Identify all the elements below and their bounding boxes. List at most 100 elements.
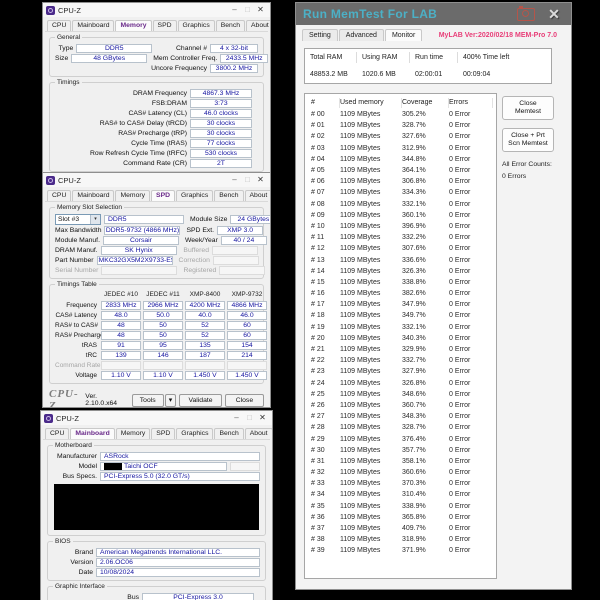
- tab-about[interactable]: About: [245, 428, 273, 439]
- tools-button[interactable]: Tools: [132, 394, 164, 407]
- tab-spd[interactable]: SPD: [151, 190, 175, 201]
- timing-value: 154: [227, 341, 267, 350]
- memtest-cell: 347.9%: [402, 301, 449, 308]
- spd-field-rows: Max BandwidthDDR5-9732 (4866 MHz)SPD Ext…: [55, 225, 258, 275]
- tab-monitor[interactable]: Monitor: [385, 29, 422, 41]
- thread-coverage-table[interactable]: #Used memoryCoverageErrors # 001109 MByt…: [304, 93, 497, 579]
- tab-cpu[interactable]: CPU: [47, 20, 71, 31]
- minimize-icon[interactable]: –: [228, 3, 241, 17]
- memtest-row: # 061109 MBytes306.8%0 Error: [305, 176, 496, 187]
- memtest-cell: # 27: [311, 413, 340, 420]
- row-label: Voltage: [55, 372, 99, 379]
- tab-spd[interactable]: SPD: [153, 20, 177, 31]
- memtest-cell: 382.6%: [402, 290, 449, 297]
- memtest-cell: 1109 MBytes: [340, 346, 402, 353]
- close-icon[interactable]: ✕: [544, 4, 564, 24]
- close-icon[interactable]: ✕: [254, 173, 267, 187]
- slot-select-dropdown[interactable]: Slot #3 ▾: [55, 214, 101, 225]
- tab-bench[interactable]: Bench: [214, 428, 243, 439]
- memtest-row: # 231109 MBytes327.9%0 Error: [305, 366, 496, 377]
- memory-slot-groupbox: Memory Slot Selection Slot #3 ▾ DDR5 Mod…: [49, 207, 264, 279]
- maximize-icon[interactable]: □: [241, 173, 254, 187]
- memtest-cell: # 04: [311, 156, 340, 163]
- memtest-row: # 221109 MBytes332.7%0 Error: [305, 355, 496, 366]
- memtest-cell: # 30: [311, 447, 340, 454]
- tab-cpu[interactable]: CPU: [45, 428, 69, 439]
- memtest-cell: 305.2%: [402, 111, 449, 118]
- tab-spd[interactable]: SPD: [151, 428, 175, 439]
- maximize-icon[interactable]: □: [243, 411, 256, 425]
- memtest-cell: 336.6%: [402, 257, 449, 264]
- close-prtscn-memtest-button[interactable]: Close + Prt Scn Memtest: [502, 128, 554, 152]
- tab-about[interactable]: About: [246, 20, 271, 31]
- tab-advanced[interactable]: Advanced: [339, 29, 384, 41]
- memtest-row: # 201109 MBytes340.3%0 Error: [305, 333, 496, 344]
- bios-rows: BrandAmerican Megatrends International L…: [53, 547, 260, 577]
- validate-button[interactable]: Validate: [179, 394, 222, 407]
- timing-value: 139: [101, 351, 141, 360]
- field-value: [219, 266, 265, 275]
- field-value: 530 clocks: [190, 149, 252, 158]
- memtest-cell: 332.7%: [402, 357, 449, 364]
- memtest-row: # 131109 MBytes336.6%0 Error: [305, 254, 496, 265]
- memtest-cell: 1109 MBytes: [340, 391, 402, 398]
- memtest-cell: # 29: [311, 436, 340, 443]
- memtest-cell: # 10: [311, 223, 340, 230]
- memtest-cell: 332.1%: [402, 324, 449, 331]
- tab-mainboard[interactable]: Mainboard: [72, 190, 114, 201]
- tab-setting[interactable]: Setting: [302, 29, 338, 41]
- memtest-cell: 1109 MBytes: [340, 380, 402, 387]
- field-row: Model Taichi OCF: [53, 461, 260, 471]
- memtest-cell: 0 Error: [449, 145, 493, 152]
- tab-bench[interactable]: Bench: [216, 20, 245, 31]
- field-label: RAS# Precharge (tRP): [55, 130, 187, 137]
- tab-memory[interactable]: Memory: [116, 428, 151, 439]
- close-icon[interactable]: ✕: [256, 411, 269, 425]
- close-memtest-button[interactable]: Close Memtest: [502, 96, 554, 120]
- tab-cpu[interactable]: CPU: [47, 190, 71, 201]
- minimize-icon[interactable]: –: [230, 411, 243, 425]
- motherboard-groupbox: Motherboard Manufacturer ASRock Model Ta…: [47, 445, 266, 536]
- tab-mainboard[interactable]: Mainboard: [72, 20, 114, 31]
- camera-icon[interactable]: [517, 8, 535, 21]
- memory-type-value: DDR5: [76, 44, 152, 53]
- close-button[interactable]: Close: [225, 394, 264, 407]
- tab-graphics[interactable]: Graphics: [176, 190, 213, 201]
- field-row: Module Manuf.CorsairWeek/Year40 / 24: [55, 235, 258, 245]
- close-icon[interactable]: ✕: [254, 3, 267, 17]
- memtest-cell: 1109 MBytes: [340, 458, 402, 465]
- memtest-cell: 318.9%: [402, 536, 449, 543]
- tab-mainboard[interactable]: Mainboard: [70, 428, 114, 439]
- field-label: Model: [53, 463, 97, 470]
- tab-graphics[interactable]: Graphics: [176, 428, 213, 439]
- timings-grid-row: tRC139146187214: [55, 350, 258, 360]
- tab-memory[interactable]: Memory: [115, 190, 150, 201]
- memtest-row: # 291109 MBytes376.4%0 Error: [305, 433, 496, 444]
- cell: 00:09:04: [458, 71, 528, 78]
- memtest-cell: 357.7%: [402, 447, 449, 454]
- field-row: Bus PCI-Express 3.0: [53, 592, 260, 600]
- memtest-row: # 261109 MBytes360.7%0 Error: [305, 400, 496, 411]
- maximize-icon[interactable]: □: [241, 3, 254, 17]
- memtest-cell: 0 Error: [449, 391, 493, 398]
- tools-dropdown-arrow[interactable]: ▾: [165, 394, 176, 407]
- field-row: Cycle Time (tRAS)77 clocks: [55, 138, 258, 148]
- field-row: DRAM Manuf.SK HynixBuffered: [55, 245, 258, 255]
- spd-timings-grid: JEDEC #10JEDEC #11XMP-8400XMP-9732Freque…: [55, 290, 258, 380]
- memtest-row: # 081109 MBytes332.1%0 Error: [305, 199, 496, 210]
- tab-graphics[interactable]: Graphics: [178, 20, 215, 31]
- tab-about[interactable]: About: [245, 190, 272, 201]
- tab-bench[interactable]: Bench: [214, 190, 243, 201]
- memtest-cell: 1109 MBytes: [340, 368, 402, 375]
- field-label: Serial Number: [55, 267, 98, 274]
- memtest-cell: 0 Error: [449, 290, 493, 297]
- general-groupbox: General Type DDR5 Channel # 4 x 32-bit S…: [49, 37, 264, 77]
- memtest-cell: 360.6%: [402, 469, 449, 476]
- timings-grid-row: Command Rate: [55, 360, 258, 370]
- field-label: Bus Specs.: [53, 473, 97, 480]
- timing-value: 135: [185, 341, 225, 350]
- tab-memory[interactable]: Memory: [115, 20, 151, 31]
- memtest-cell: 326.3%: [402, 268, 449, 275]
- field-label: Size: [55, 55, 68, 62]
- minimize-icon[interactable]: –: [228, 173, 241, 187]
